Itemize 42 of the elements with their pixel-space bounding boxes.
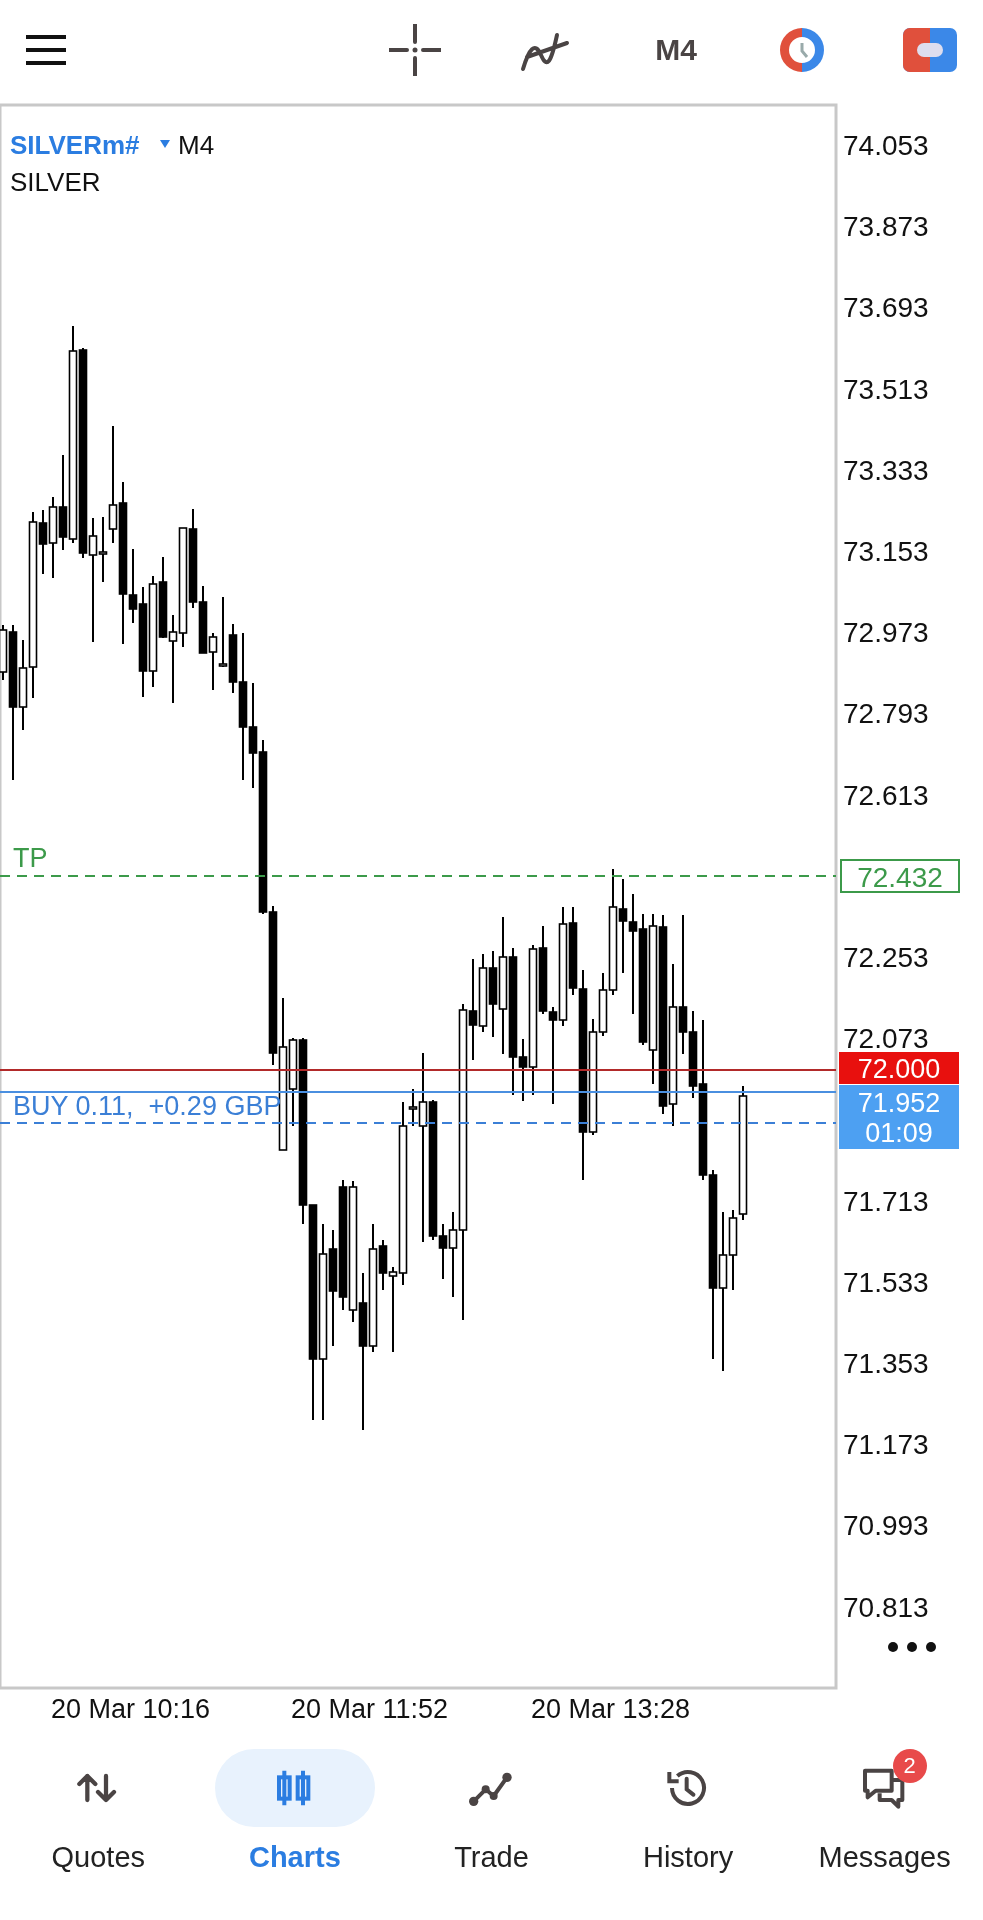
menu-icon[interactable] xyxy=(26,34,66,66)
take-profit-tag: 72.432 xyxy=(840,859,960,893)
price-label: 72.793 xyxy=(843,698,929,730)
price-label: 70.993 xyxy=(843,1510,929,1542)
nav-tab[interactable]: 2 Messages xyxy=(794,1749,975,1874)
price-label: 74.053 xyxy=(843,130,929,161)
time-label: 20 Mar 10:16 xyxy=(51,1694,211,1724)
notification-badge: 2 xyxy=(892,1749,927,1783)
price-label: 73.153 xyxy=(843,536,929,567)
timeframe-button[interactable]: M4 xyxy=(655,33,697,67)
ask-price-tag: 72.000 xyxy=(839,1052,959,1084)
price-label: 71.713 xyxy=(843,1185,929,1217)
price-label: 73.693 xyxy=(843,292,929,324)
symbol-name[interactable]: SILVERm# xyxy=(10,130,140,160)
clock-icon[interactable] xyxy=(777,25,827,75)
price-label: 73.873 xyxy=(843,211,929,243)
nav-tab[interactable]: History xyxy=(598,1749,779,1874)
nav-tab[interactable]: Trade xyxy=(401,1749,582,1874)
price-label: 73.513 xyxy=(843,373,929,405)
caret-icon xyxy=(160,140,170,148)
bid-price: 71.952 xyxy=(857,1088,941,1118)
time-label: 20 Mar 13:28 xyxy=(531,1694,691,1724)
price-label: 72.253 xyxy=(843,942,929,973)
nav-tab[interactable]: Quotes xyxy=(8,1749,189,1874)
price-label: 72.973 xyxy=(843,617,929,649)
toggle-icon[interactable] xyxy=(903,28,957,72)
price-label: 71.173 xyxy=(843,1429,929,1461)
price-label: 72.073 xyxy=(843,1023,929,1055)
take-profit-line[interactable] xyxy=(0,875,837,877)
symbol-description: SILVER xyxy=(10,167,101,197)
price-label: 71.533 xyxy=(843,1266,929,1298)
price-label: 71.353 xyxy=(843,1348,929,1379)
take-profit-label: TP xyxy=(13,843,48,873)
timeframe-label: M4 xyxy=(178,130,215,160)
price-label: 73.333 xyxy=(843,454,929,486)
time-label: 20 Mar 11:52 xyxy=(291,1694,449,1724)
price-label: 72.613 xyxy=(843,779,929,811)
position-line[interactable] xyxy=(0,1122,837,1124)
candle-countdown: 01:09 xyxy=(865,1118,933,1148)
price-label: 70.813 xyxy=(843,1591,929,1623)
more-icon[interactable] xyxy=(888,1642,936,1652)
crosshair-icon[interactable] xyxy=(389,24,442,76)
